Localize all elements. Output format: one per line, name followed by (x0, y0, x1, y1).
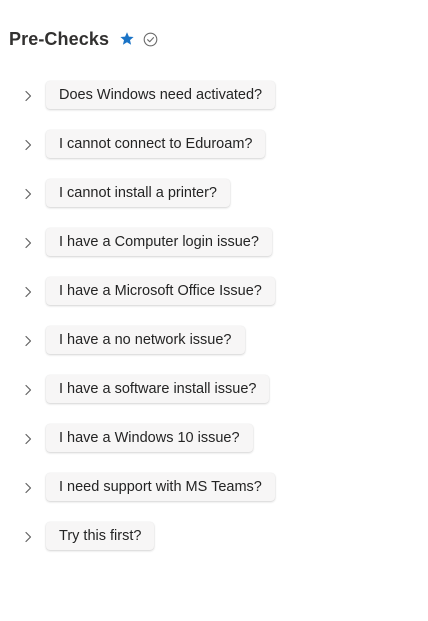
chevron-right-icon[interactable] (21, 334, 35, 348)
list-item-button[interactable]: I have a no network issue? (46, 326, 245, 354)
chevron-right-icon[interactable] (21, 89, 35, 103)
chevron-right-icon[interactable] (21, 481, 35, 495)
list-item-button[interactable]: I have a Microsoft Office Issue? (46, 277, 275, 305)
header: Pre-Checks (9, 27, 158, 51)
chevron-right-icon[interactable] (21, 187, 35, 201)
list-item: I cannot connect to Eduroam? (0, 130, 428, 179)
pre-checks-list: Does Windows need activated? I cannot co… (0, 81, 428, 571)
chevron-right-icon[interactable] (21, 530, 35, 544)
list-item-button[interactable]: I need support with MS Teams? (46, 473, 275, 501)
list-item: I have a Windows 10 issue? (0, 424, 428, 473)
chevron-right-icon[interactable] (21, 138, 35, 152)
list-item: Does Windows need activated? (0, 81, 428, 130)
list-item: Try this first? (0, 522, 428, 571)
list-item: I have a no network issue? (0, 326, 428, 375)
list-item: I need support with MS Teams? (0, 473, 428, 522)
chevron-right-icon[interactable] (21, 383, 35, 397)
list-item-button[interactable]: I have a software install issue? (46, 375, 270, 403)
list-item: I have a Microsoft Office Issue? (0, 277, 428, 326)
page: Pre-Checks Does Windows need activated? … (0, 0, 428, 621)
list-item-button[interactable]: Try this first? (46, 522, 155, 550)
chevron-right-icon[interactable] (21, 285, 35, 299)
check-circle-icon (143, 32, 158, 47)
chevron-right-icon[interactable] (21, 236, 35, 250)
page-title: Pre-Checks (9, 28, 110, 49)
list-item-button[interactable]: I have a Computer login issue? (46, 228, 272, 256)
list-item-button[interactable]: Does Windows need activated? (46, 81, 276, 109)
chevron-right-icon[interactable] (21, 432, 35, 446)
list-item-button[interactable]: I have a Windows 10 issue? (46, 424, 253, 452)
list-item: I cannot install a printer? (0, 179, 428, 228)
list-item-button[interactable]: I cannot connect to Eduroam? (46, 130, 266, 158)
star-icon[interactable] (119, 31, 135, 47)
list-item: I have a Computer login issue? (0, 228, 428, 277)
list-item-button[interactable]: I cannot install a printer? (46, 179, 230, 207)
list-item: I have a software install issue? (0, 375, 428, 424)
